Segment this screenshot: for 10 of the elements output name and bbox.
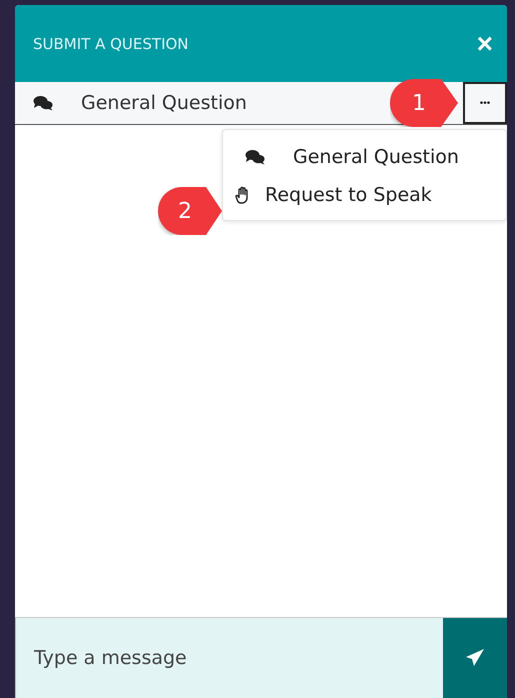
send-button[interactable] — [443, 618, 507, 698]
menu-item[interactable]: Request to Speak — [223, 180, 506, 210]
chat-icon — [245, 149, 265, 165]
menu-item[interactable]: General Question — [223, 142, 506, 172]
panel-title: SUBMIT A QUESTION — [33, 34, 190, 52]
send-icon — [465, 648, 485, 668]
more-button[interactable]: ••• — [463, 82, 507, 124]
chat-icon — [33, 95, 53, 111]
question-type-label: General Question — [81, 92, 247, 114]
message-field[interactable]: Type a message — [15, 618, 443, 698]
